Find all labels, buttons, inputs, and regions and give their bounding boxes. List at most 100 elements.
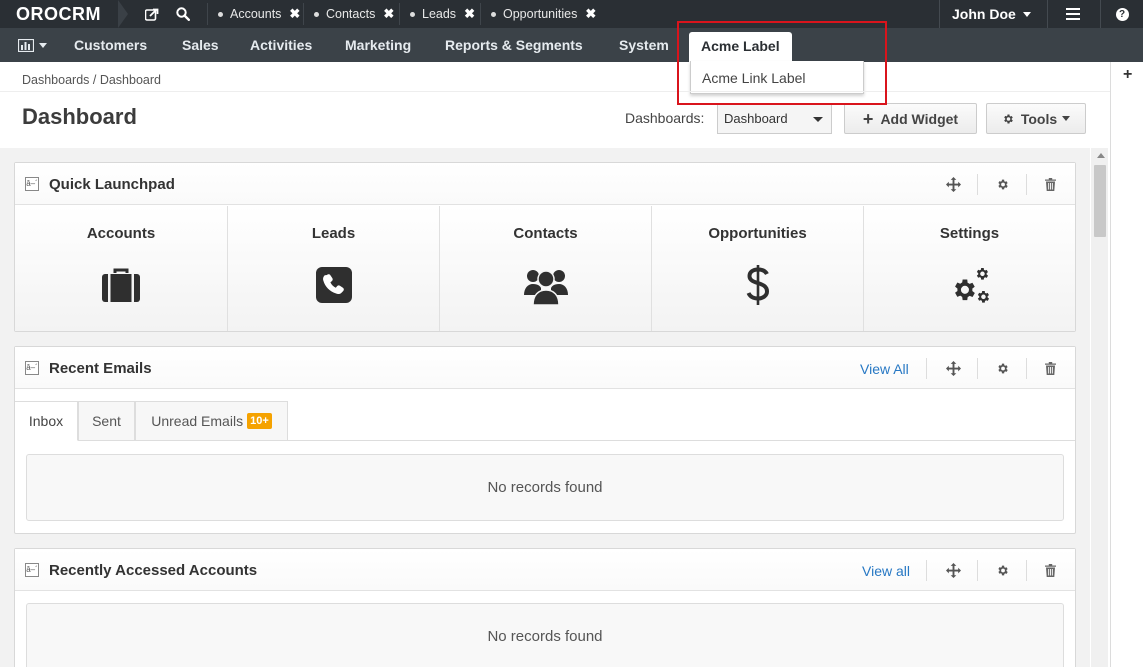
gears-icon (864, 266, 1075, 306)
tab-unread-emails[interactable]: Unread Emails 10+ (135, 401, 288, 441)
close-icon[interactable]: ✖ (289, 6, 300, 22)
top-bar: OROCRM Accounts ✖ Contacts ✖ Leads ✖ Opp… (0, 0, 1143, 28)
add-widget-button[interactable]: + Add Widget (844, 103, 977, 134)
pinned-tab-opportunities[interactable]: Opportunities ✖ (480, 3, 604, 25)
dashboards-selected-value: Dashboard (724, 111, 788, 126)
widget-header: â–´ Recent Emails View All (15, 347, 1075, 389)
right-sidebar (1110, 62, 1143, 667)
gear-icon[interactable] (978, 163, 1026, 205)
nav-customers[interactable]: Customers (74, 28, 147, 62)
share-icon[interactable] (140, 0, 164, 28)
gear-icon[interactable] (978, 549, 1026, 591)
widget-title: Quick Launchpad (49, 176, 175, 193)
gear-icon[interactable] (978, 347, 1026, 389)
launchpad-opportunities[interactable]: Opportunities (652, 206, 864, 331)
tab-inbox[interactable]: Inbox (15, 401, 78, 441)
search-icon[interactable] (171, 0, 195, 28)
move-icon[interactable] (929, 163, 977, 205)
launchpad-settings[interactable]: Settings (864, 206, 1075, 331)
launchpad-label: Settings (939, 225, 1000, 242)
view-all-link[interactable]: View all (862, 563, 910, 579)
gear-icon (1004, 114, 1013, 123)
pinned-tab-label: Accounts (230, 7, 282, 21)
widget-title: Recently Accessed Accounts (49, 562, 258, 579)
dashboards-select[interactable]: Dashboard (717, 103, 832, 134)
launchpad-label: Opportunities (708, 225, 807, 242)
launchpad-contacts[interactable]: Contacts (440, 206, 652, 331)
view-all-link[interactable]: View All (860, 361, 909, 377)
collapse-icon[interactable]: â–´ (25, 361, 39, 375)
close-icon[interactable]: ✖ (464, 6, 475, 22)
pinned-tab-label: Leads (422, 7, 457, 21)
empty-state: No records found (26, 603, 1064, 667)
menu-icon[interactable] (1066, 8, 1080, 20)
plus-icon[interactable]: + (1123, 66, 1132, 84)
dollar-icon (652, 264, 863, 306)
launchpad-label: Accounts (86, 225, 156, 242)
tab-divider (288, 440, 1075, 441)
move-icon[interactable] (929, 549, 977, 591)
caret-down-icon (39, 42, 47, 48)
nav-marketing[interactable]: Marketing (345, 28, 411, 62)
question-icon: ? (1115, 7, 1129, 21)
dashboards-label: Dashboards: (625, 110, 705, 126)
header-divider (0, 91, 1110, 92)
pin-dot-icon (410, 11, 415, 17)
tab-label: Unread Emails (151, 413, 244, 429)
launchpad-label: Contacts (513, 225, 578, 242)
pinned-tab-contacts[interactable]: Contacts ✖ (303, 3, 402, 25)
launchpad-leads[interactable]: Leads (228, 206, 440, 331)
pinned-tab-leads[interactable]: Leads ✖ (399, 3, 483, 25)
briefcase-icon (15, 267, 227, 303)
user-name: John Doe (952, 6, 1016, 22)
nav-system[interactable]: System (619, 28, 669, 62)
collapse-icon[interactable]: â–´ (25, 563, 39, 577)
bar-chart-icon (18, 38, 34, 52)
quick-launchpad-widget: â–´ Quick Launchpad Accounts Leads Conta… (14, 162, 1076, 332)
nav-acme-label[interactable]: Acme Label (689, 32, 792, 62)
dashboard-menu[interactable] (18, 28, 47, 62)
pinned-tab-label: Opportunities (503, 7, 578, 21)
trash-icon[interactable] (1026, 163, 1074, 205)
close-icon[interactable]: ✖ (585, 6, 596, 22)
tools-button[interactable]: Tools (986, 103, 1086, 134)
tab-sent[interactable]: Sent (78, 401, 135, 441)
pin-dot-icon (491, 11, 496, 17)
nav-reports-segments[interactable]: Reports & Segments (445, 28, 583, 62)
main-navigation: Customers Sales Activities Marketing Rep… (0, 28, 1143, 62)
nav-sales[interactable]: Sales (182, 28, 219, 62)
nav-activities[interactable]: Activities (250, 28, 312, 62)
collapse-icon[interactable]: â–´ (25, 177, 39, 191)
users-icon (440, 267, 651, 305)
scrollbar-thumb[interactable] (1094, 165, 1106, 237)
empty-state: No records found (26, 454, 1064, 521)
pinned-tab-label: Contacts (326, 7, 376, 21)
page-title: Dashboard (22, 104, 137, 129)
widget-title: Recent Emails (49, 360, 152, 377)
trash-icon[interactable] (1026, 347, 1074, 389)
dropdown-item-acme-link[interactable]: Acme Link Label (702, 70, 863, 86)
move-icon[interactable] (929, 347, 977, 389)
app-logo[interactable]: OROCRM (0, 0, 118, 28)
help-button[interactable]: ? (1100, 0, 1143, 28)
breadcrumb: Dashboards / Dashboard (22, 73, 161, 87)
caret-down-icon (1062, 116, 1071, 121)
phone-icon (228, 267, 439, 303)
pinned-tab-accounts[interactable]: Accounts ✖ (207, 3, 308, 25)
widget-header: â–´ Recently Accessed Accounts View all (15, 549, 1075, 591)
caret-down-icon (813, 117, 823, 122)
launchpad-accounts[interactable]: Accounts (15, 206, 228, 331)
separator (926, 358, 927, 379)
unread-count-badge: 10+ (247, 413, 272, 429)
close-icon[interactable]: ✖ (383, 6, 394, 22)
launchpad-label: Leads (311, 225, 356, 242)
caret-down-icon (1022, 11, 1031, 17)
widget-header: â–´ Quick Launchpad (15, 163, 1075, 205)
pin-dot-icon (218, 11, 223, 17)
add-widget-label: Add Widget (880, 110, 959, 127)
logo-arrow (118, 0, 128, 28)
plus-icon: + (862, 108, 874, 129)
scroll-up-arrow-icon[interactable] (1097, 153, 1105, 158)
trash-icon[interactable] (1026, 549, 1074, 591)
user-menu[interactable]: John Doe (939, 0, 1048, 28)
